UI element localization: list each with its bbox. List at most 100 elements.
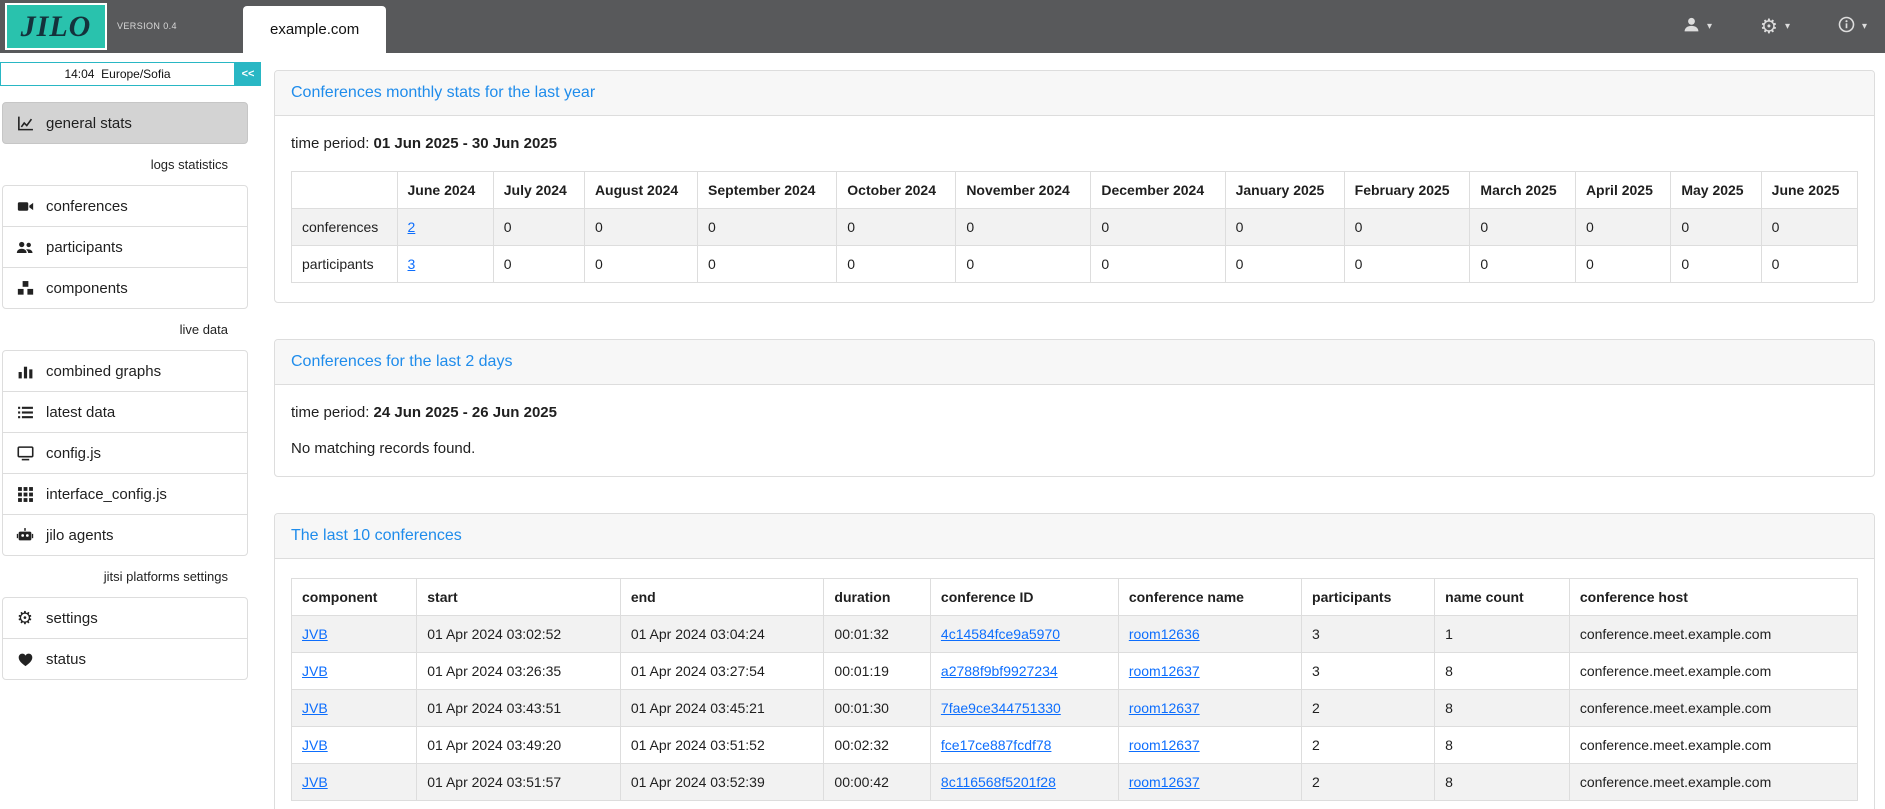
conference-row: JVB 01 Apr 2024 03:49:20 01 Apr 2024 03:… — [292, 727, 1858, 764]
component-link[interactable]: JVB — [302, 626, 328, 642]
duration-cell: 00:01:19 — [824, 653, 930, 690]
sidebar-item-status[interactable]: status — [2, 638, 248, 680]
column-header: duration — [824, 579, 930, 616]
component-link[interactable]: JVB — [302, 700, 328, 716]
conference-name-link[interactable]: room12637 — [1129, 737, 1200, 753]
conference-name-cell: room12637 — [1118, 764, 1301, 801]
time-period-label: time period: — [291, 135, 369, 152]
chevron-down-icon: ▾ — [1862, 21, 1867, 32]
empty-records-message: No matching records found. — [291, 440, 1858, 457]
column-header: July 2024 — [493, 172, 584, 209]
info-menu[interactable]: ▾ — [1838, 16, 1867, 38]
card-header: The last 10 conferences — [275, 514, 1874, 559]
conference-id-link[interactable]: a2788f9bf9927234 — [941, 663, 1058, 679]
conference-id-link[interactable]: 8c116568f5201f28 — [941, 774, 1056, 790]
conference-name-link[interactable]: room12637 — [1129, 663, 1200, 679]
stat-cell: 0 — [698, 246, 837, 283]
participants-count-link[interactable]: 3 — [408, 256, 416, 272]
section-label-jitsi-platforms-settings: jitsi platforms settings — [0, 556, 261, 597]
section-label-logs-statistics: logs statistics — [0, 144, 261, 185]
card-title-last-2-days: Conferences for the last 2 days — [291, 353, 1858, 371]
card-last-2-days: Conferences for the last 2 days time per… — [274, 339, 1875, 477]
sidebar-item-config-js[interactable]: config.js — [2, 432, 248, 474]
sidebar-item-label: conferences — [46, 198, 128, 215]
conference-host-cell: conference.meet.example.com — [1569, 616, 1857, 653]
column-header: participants — [1302, 579, 1435, 616]
column-header — [292, 172, 398, 209]
column-header: September 2024 — [698, 172, 837, 209]
stat-cell: 0 — [956, 246, 1091, 283]
sidebar-item-latest-data[interactable]: latest data — [2, 391, 248, 433]
sidebar-nav: general stats logs statistics conference… — [0, 102, 261, 680]
section-label-live-data: live data — [0, 309, 261, 350]
conference-id-link[interactable]: 4c14584fce9a5970 — [941, 626, 1060, 642]
row-label: participants — [292, 246, 398, 283]
app-logo: JILO — [5, 3, 107, 50]
conference-name-cell: room12637 — [1118, 653, 1301, 690]
stat-cell: 0 — [584, 209, 697, 246]
settings-menu[interactable]: ⚙ ▾ — [1760, 17, 1790, 37]
column-header: June 2024 — [397, 172, 493, 209]
page-layout: 14:04 Europe/Sofia << general stats logs… — [0, 53, 1885, 809]
sidebar-item-general-stats[interactable]: general stats — [2, 102, 248, 144]
conference-name-link[interactable]: room12636 — [1129, 626, 1200, 642]
stat-cell: 0 — [493, 209, 584, 246]
sidebar-item-interface-config-js[interactable]: interface_config.js — [2, 473, 248, 515]
grid-icon — [15, 486, 35, 503]
last-10-tbody: JVB 01 Apr 2024 03:02:52 01 Apr 2024 03:… — [292, 616, 1858, 801]
conference-id-cell: fce17ce887fcdf78 — [930, 727, 1118, 764]
stat-cell: 0 — [493, 246, 584, 283]
sidebar-item-conferences[interactable]: conferences — [2, 185, 248, 227]
conference-row: JVB 01 Apr 2024 03:26:35 01 Apr 2024 03:… — [292, 653, 1858, 690]
column-header: component — [292, 579, 417, 616]
conference-id-link[interactable]: fce17ce887fcdf78 — [941, 737, 1052, 753]
heart-icon — [15, 651, 35, 668]
conference-name-link[interactable]: room12637 — [1129, 774, 1200, 790]
sidebar-item-label: participants — [46, 239, 123, 256]
time-period-value: 01 Jun 2025 - 30 Jun 2025 — [374, 135, 557, 152]
sidebar-item-jilo-agents[interactable]: jilo agents — [2, 514, 248, 556]
name-count-cell: 8 — [1435, 653, 1570, 690]
component-cell: JVB — [292, 616, 417, 653]
sidebar-item-combined-graphs[interactable]: combined graphs — [2, 350, 248, 392]
stat-cell: 0 — [1671, 246, 1761, 283]
card-body: time period: 01 Jun 2025 - 30 Jun 2025 J… — [275, 116, 1874, 302]
sidebar-item-label: general stats — [46, 115, 132, 132]
end-cell: 01 Apr 2024 03:04:24 — [620, 616, 824, 653]
column-header: May 2025 — [1671, 172, 1761, 209]
card-header: Conferences monthly stats for the last y… — [275, 71, 1874, 116]
column-header: June 2025 — [1761, 172, 1857, 209]
tab-example-com[interactable]: example.com — [243, 6, 386, 53]
card-last-10-conferences: The last 10 conferences componentstarten… — [274, 513, 1875, 809]
participants-cell: 2 — [1302, 764, 1435, 801]
user-menu[interactable]: ▾ — [1683, 16, 1712, 38]
stat-cell: 0 — [698, 209, 837, 246]
card-title-last-10-conferences: The last 10 conferences — [291, 527, 1858, 545]
sidebar-item-participants[interactable]: participants — [2, 226, 248, 268]
component-link[interactable]: JVB — [302, 663, 328, 679]
table-row-participants: participants 3 000000000000 — [292, 246, 1858, 283]
last-10-conferences-table: componentstartenddurationconference IDco… — [291, 578, 1858, 801]
sidebar-collapse-button[interactable]: << — [235, 62, 261, 86]
conference-host-cell: conference.meet.example.com — [1569, 653, 1857, 690]
version-label: VERSION 0.4 — [117, 21, 177, 31]
nav-group-general: general stats — [2, 102, 248, 144]
component-link[interactable]: JVB — [302, 737, 328, 753]
participants-cell: 3 — [1302, 616, 1435, 653]
table-row-conferences: conferences 2 000000000000 — [292, 209, 1858, 246]
duration-cell: 00:01:30 — [824, 690, 930, 727]
conference-name-link[interactable]: room12637 — [1129, 700, 1200, 716]
conference-id-link[interactable]: 7fae9ce344751330 — [941, 700, 1061, 716]
sidebar-item-settings[interactable]: ⚙ settings — [2, 597, 248, 639]
conferences-count-link[interactable]: 2 — [408, 219, 416, 235]
card-title-monthly-stats: Conferences monthly stats for the last y… — [291, 84, 1858, 102]
start-cell: 01 Apr 2024 03:43:51 — [417, 690, 621, 727]
card-body: time period: 24 Jun 2025 - 26 Jun 2025 N… — [275, 385, 1874, 476]
sidebar-item-components[interactable]: components — [2, 267, 248, 309]
gear-icon: ⚙ — [15, 609, 35, 627]
component-link[interactable]: JVB — [302, 774, 328, 790]
stat-cell: 0 — [1575, 246, 1670, 283]
stat-cell: 0 — [1470, 209, 1576, 246]
gear-icon: ⚙ — [1760, 17, 1778, 37]
chevron-down-icon: ▾ — [1707, 21, 1712, 32]
